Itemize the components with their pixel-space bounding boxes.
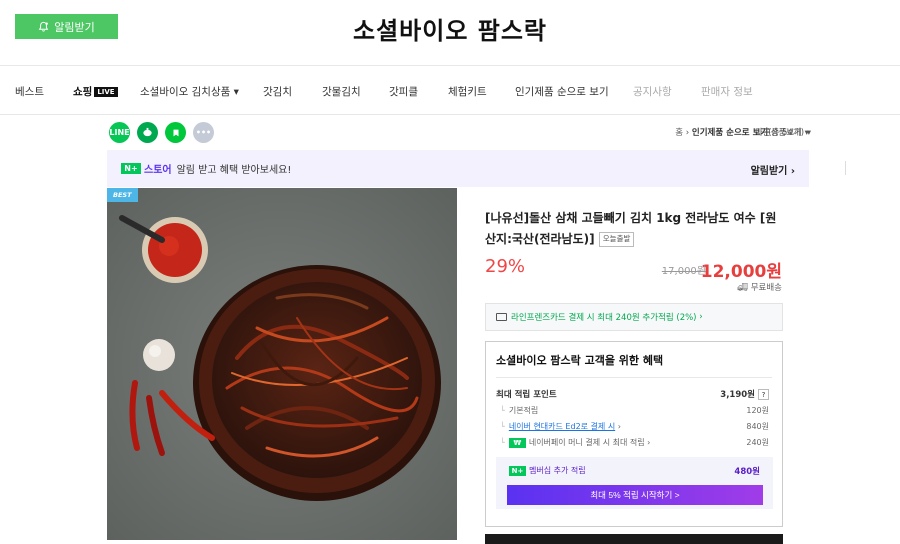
shipping-info: 🚚︎ 무료배송 [737,281,782,293]
category-nav: 베스트 쇼핑 LIVE 소셜바이오 김치상품 ▾ 갓김치 갓물김치 갓피클 체험키… [0,66,900,115]
help-icon[interactable]: ? [758,389,769,400]
nav-seller-info[interactable]: 판매자 정보 [701,84,753,99]
benefit-title: 소셜바이오 팜스락 고객을 위한 혜택 [496,354,664,367]
credit-card-icon [496,313,507,321]
nav-experience-kit[interactable]: 체험키트 [448,84,487,99]
store-title[interactable]: 소셜바이오 팜스락 [0,11,900,46]
benefit-panel: 소셜바이오 팜스락 고객을 위한 혜택 최대 적립 포인트 3,190원? └ 기… [485,341,783,527]
basic-points-value: 120원 [746,406,769,415]
membership-box: N+ 멤버십 추가 적립 480원 최대 5% 적립 시작하기 > [496,457,773,509]
nav-shopping-live[interactable]: 쇼핑 LIVE [73,84,118,99]
nav-notice[interactable]: 공지사항 [633,84,672,99]
nav-popular[interactable]: 인기제품 순으로 보기 [515,84,609,99]
basic-points-row: └ 기본적립 120원 [500,406,769,415]
max-points-row: 최대 적립 포인트 3,190원? [496,388,769,400]
basic-points-label: 기본적립 [508,406,539,415]
membership-start-button[interactable]: 최대 5% 적립 시작하기 > [507,485,763,505]
original-price: 17,000원 [661,266,706,277]
hyundai-card-link[interactable]: 네이버 현대카드 Ed2로 결제 시 [509,422,615,431]
discount-rate: 29% [485,256,526,277]
more-icon[interactable]: ••• [193,122,214,143]
kimchi-photo [107,188,457,540]
nav-kimchi-label: 소셜바이오 김치상품 [140,86,231,98]
npay-icon: ₩ [508,438,526,448]
max-points-label: 최대 적립 포인트 [496,390,557,400]
band-icon[interactable] [165,122,186,143]
nav-kimchi-products[interactable]: 소셜바이오 김치상품 ▾ [140,84,239,99]
membership-label: N+ 멤버십 추가 적립 [509,465,586,476]
membership-value: 480원 [734,467,760,477]
divider [496,377,772,378]
card-offer[interactable]: 라인프렌즈카드 결제 시 최대 240원 추가적립 (2%) › [485,303,783,331]
store-header: 알림받기 소셜바이오 팜스락 [0,0,900,66]
npay-money-row[interactable]: └ ₩ 네이버페이 머니 결제 시 최대 적립 › 240원 [500,437,769,448]
banner-text: 알림 받고 혜택 받아보세요! [176,165,292,176]
nav-gat-kimchi[interactable]: 갓김치 [263,84,292,99]
nav-shopping-label: 쇼핑 [73,86,93,98]
shipping-label: 무료배송 [750,283,782,293]
chevron-down-icon: ▾ [233,86,239,98]
hyundai-card-row[interactable]: └ 네이버 현대카드 Ed2로 결제 시 › 840원 [500,421,769,432]
product-image[interactable]: BEST [107,188,457,540]
banner-alarm-link[interactable]: 알림받기 › [751,162,795,177]
home-link[interactable]: 홈 [675,128,683,138]
banner-store-brand: 스토어 [144,165,172,176]
today-shipping-badge: 오늘출발 [598,231,635,247]
sale-price: 12,000원 [700,262,782,282]
other-products-label: 다른상품보기 [755,128,802,138]
product-title: [나유선]돌산 삼채 고들빼기 김치 1kg 전라남도 여수 [원산지:국산(전… [485,208,785,249]
npay-money-value: 240원 [746,438,769,447]
line-icon[interactable]: LINE [109,122,130,143]
promo-strip[interactable] [485,534,783,544]
best-badge: BEST [107,188,138,202]
naver-plus-icon: N+ [509,466,526,476]
max-points-value: 3,190원? [720,388,769,400]
card-offer-text: 라인프렌즈카드 결제 시 최대 240원 추가적립 (2%) [511,313,697,323]
other-products-link[interactable]: 다른상품보기 ▾ [755,126,809,138]
banner-divider [845,161,846,175]
banner-alarm-label: 알림받기 [750,166,788,177]
nav-gat-water-kimchi[interactable]: 갓물김치 [322,84,361,99]
npay-money-label[interactable]: 네이버페이 머니 결제 시 최대 적립 [529,438,645,447]
live-badge: LIVE [94,87,118,97]
nav-gat-pickle[interactable]: 갓피클 [389,84,418,99]
hyundai-card-value: 840원 [746,422,769,431]
naver-plus-icon: N+ [121,163,141,174]
nav-best[interactable]: 베스트 [15,84,44,99]
kakaostory-icon[interactable] [137,122,158,143]
truck-icon: 🚚︎ [737,283,749,293]
product-info: [나유선]돌산 삼채 고들빼기 김치 1kg 전라남도 여수 [원산지:국산(전… [485,208,785,249]
notification-banner[interactable]: N+ 스토어 알림 받고 혜택 받아보세요! 알림받기 › [107,150,846,187]
